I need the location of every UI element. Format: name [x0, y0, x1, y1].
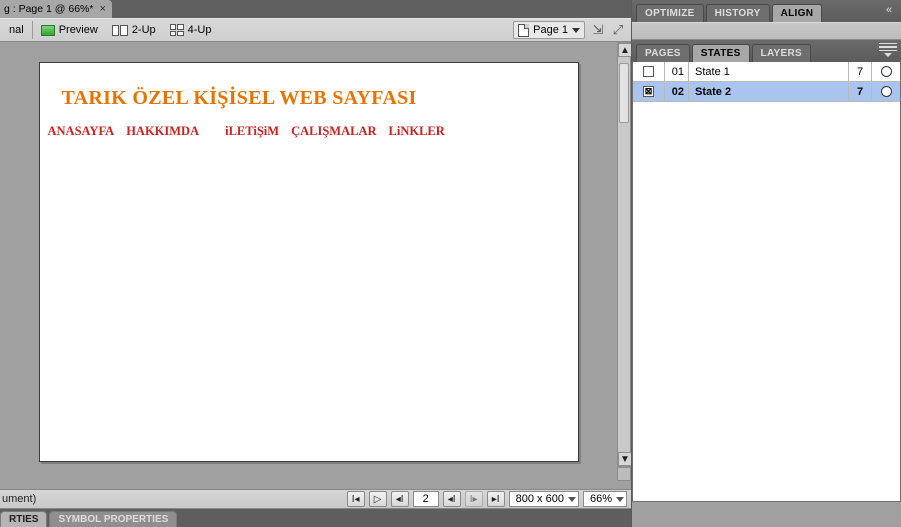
state-name[interactable]: State 1	[689, 66, 848, 78]
nav-link-linkler[interactable]: LiNKLER	[389, 124, 445, 139]
properties-tab-bar: RTIES SYMBOL PROPERTIES	[0, 509, 631, 527]
view-label: 2-Up	[132, 24, 156, 36]
state-radio[interactable]	[872, 66, 900, 77]
preview-icon	[41, 25, 55, 36]
dimensions-dropdown[interactable]: 800 x 600	[509, 491, 579, 507]
states-panel: 01State 17⊠02State 27	[632, 62, 901, 502]
original-view-button[interactable]: nal	[2, 20, 31, 40]
mid-panel-tabs: PAGES STATES LAYERS	[632, 40, 901, 62]
nav-link-calismalar[interactable]: ÇALIŞMALAR	[291, 124, 376, 139]
view-toolbar: nal Preview 2-Up 4-Up Page 1 ⇲	[0, 18, 631, 42]
view-label: nal	[9, 24, 24, 36]
play-button[interactable]: ▷	[369, 491, 387, 507]
dimensions-value: 800 x 600	[516, 493, 564, 505]
state-row[interactable]: ⊠02State 27	[633, 82, 900, 102]
tab-align[interactable]: ALIGN	[772, 4, 823, 22]
state-checkbox[interactable]: ⊠	[633, 82, 665, 101]
chevron-down-icon	[572, 28, 580, 33]
document-tab-bar: g : Page 1 @ 66%* ×	[0, 0, 631, 18]
chevron-down-icon	[568, 497, 576, 502]
canvas-area: TARIK ÖZEL KİŞİSEL WEB SAYFASI ANASAYFA …	[0, 42, 631, 481]
state-index: 01	[665, 62, 689, 81]
page-selector-dropdown[interactable]: Page 1	[513, 21, 585, 39]
export-icon[interactable]: ⇲	[591, 23, 605, 37]
status-text: ument)	[0, 493, 36, 505]
nav-link-hakkimda[interactable]: HAKKIMDA	[126, 124, 199, 139]
tab-optimize[interactable]: OPTIMIZE	[636, 4, 704, 22]
step-fwd-button[interactable]: I▸	[465, 491, 483, 507]
four-up-icon	[170, 24, 184, 36]
preview-view-button[interactable]: Preview	[34, 20, 105, 40]
document-tab-title: g : Page 1 @ 66%*	[4, 3, 93, 15]
align-panel-body	[632, 22, 901, 40]
panel-menu-icon[interactable]	[879, 43, 897, 57]
page-selector-label: Page 1	[533, 24, 568, 36]
tab-symbol-properties[interactable]: SYMBOL PROPERTIES	[49, 511, 177, 527]
two-up-icon	[112, 25, 128, 36]
frame-index-value: 2	[423, 493, 429, 505]
zoom-value: 66%	[590, 493, 612, 505]
close-icon[interactable]: ×	[99, 3, 105, 15]
state-name[interactable]: State 2	[689, 86, 848, 98]
nav-link-anasayfa[interactable]: ANASAYFA	[48, 124, 115, 139]
view-label: Preview	[59, 24, 98, 36]
nav-row: ANASAYFA HAKKIMDA iLETiŞiM ÇALIŞMALAR Li…	[48, 124, 572, 139]
four-up-view-button[interactable]: 4-Up	[163, 20, 219, 40]
frame-index-field[interactable]: 2	[413, 491, 439, 507]
tab-states[interactable]: STATES	[692, 44, 750, 62]
fit-icon[interactable]: ⤢	[611, 23, 625, 37]
state-frame-count: 7	[848, 82, 872, 101]
state-radio[interactable]	[872, 86, 900, 97]
vertical-scrollbar[interactable]: ▲ ▼	[617, 42, 631, 467]
separator	[32, 21, 33, 39]
state-index: 02	[665, 82, 689, 101]
canvas[interactable]: TARIK ÖZEL KİŞİSEL WEB SAYFASI ANASAYFA …	[0, 42, 617, 467]
step-back-button[interactable]: ◂I	[443, 491, 461, 507]
scroll-down-icon[interactable]: ▼	[618, 452, 631, 466]
chevron-down-icon	[616, 497, 624, 502]
state-checkbox[interactable]	[633, 62, 665, 81]
page-title: TARIK ÖZEL KİŞİSEL WEB SAYFASI	[62, 87, 572, 110]
document-tab[interactable]: g : Page 1 @ 66%* ×	[0, 0, 112, 18]
prev-frame-button[interactable]: ◂I	[391, 491, 409, 507]
panels-area: OPTIMIZE HISTORY ALIGN « PAGES STATES LA…	[631, 0, 901, 527]
tab-properties[interactable]: RTIES	[0, 511, 47, 527]
document-area: g : Page 1 @ 66%* × nal Preview 2-Up 4-U…	[0, 0, 631, 527]
state-frame-count: 7	[848, 62, 872, 81]
zoom-dropdown[interactable]: 66%	[583, 491, 627, 507]
playback-controls: I◂ ▷ ◂I 2 ◂I I▸ ▸I 800 x 600 66%	[347, 491, 631, 507]
first-frame-button[interactable]: I◂	[347, 491, 365, 507]
tab-layers[interactable]: LAYERS	[752, 44, 811, 62]
two-up-view-button[interactable]: 2-Up	[105, 20, 163, 40]
top-panel-tabs: OPTIMIZE HISTORY ALIGN «	[632, 0, 901, 22]
scroll-thumb[interactable]	[619, 63, 629, 123]
page-canvas[interactable]: TARIK ÖZEL KİŞİSEL WEB SAYFASI ANASAYFA …	[39, 62, 579, 462]
panel-collapse-icon[interactable]: «	[881, 2, 897, 18]
last-frame-button[interactable]: ▸I	[487, 491, 505, 507]
view-label: 4-Up	[188, 24, 212, 36]
tab-history[interactable]: HISTORY	[706, 4, 770, 22]
page-icon	[518, 24, 529, 37]
state-row[interactable]: 01State 17	[633, 62, 900, 82]
scrollbar-corner	[617, 467, 631, 481]
status-bar: ument) I◂ ▷ ◂I 2 ◂I I▸ ▸I 800 x 600 66%	[0, 489, 631, 509]
scroll-up-icon[interactable]: ▲	[618, 43, 631, 57]
tab-pages[interactable]: PAGES	[636, 44, 690, 62]
spacer	[211, 124, 213, 139]
nav-link-iletisim[interactable]: iLETiŞiM	[225, 124, 279, 139]
